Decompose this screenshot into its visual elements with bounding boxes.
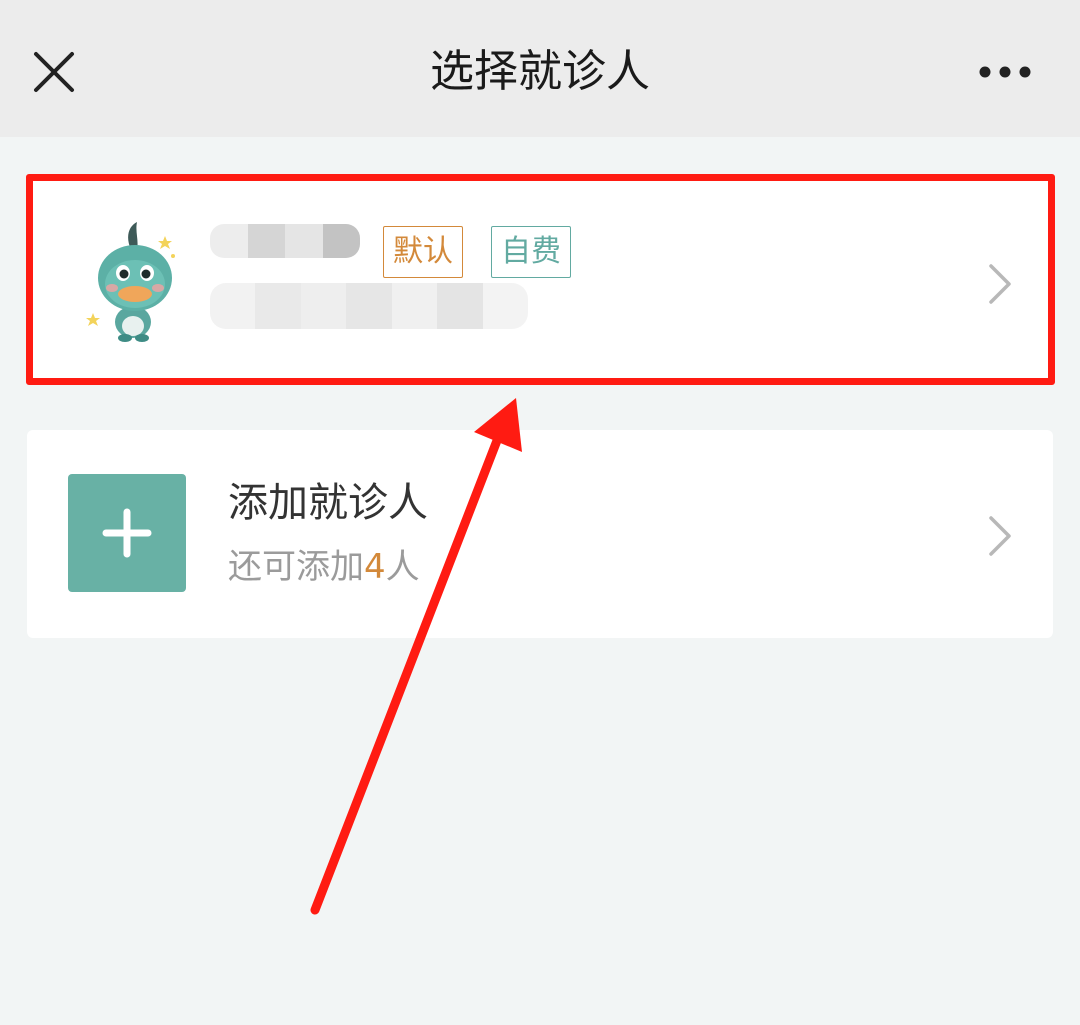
patient-card[interactable]: 默认 自费 — [27, 178, 1053, 382]
top-navigation-bar: 选择就诊人 — [0, 0, 1080, 137]
duck-avatar-icon — [86, 222, 175, 342]
plus-icon — [102, 508, 152, 558]
chevron-right-icon — [989, 516, 1011, 556]
remaining-count: 4 — [364, 547, 386, 587]
patient-id-redacted — [210, 283, 528, 329]
more-icon — [979, 66, 1031, 78]
page-title: 选择就诊人 — [430, 46, 650, 97]
subtitle-suffix: 人 — [385, 547, 420, 587]
patient-name-redacted — [210, 224, 360, 258]
subtitle-prefix: 还可添加 — [228, 547, 364, 587]
default-tag: 默认 — [383, 226, 463, 278]
add-patient-card[interactable]: 添加就诊人 还可添加4人 — [27, 430, 1053, 638]
chevron-right-icon — [989, 264, 1011, 304]
more-options-button[interactable] — [968, 50, 1040, 94]
add-patient-icon-box — [68, 474, 186, 592]
add-patient-title: 添加就诊人 — [228, 480, 428, 526]
add-patient-subtitle: 还可添加4人 — [228, 544, 420, 590]
self-pay-tag: 自费 — [491, 226, 571, 278]
